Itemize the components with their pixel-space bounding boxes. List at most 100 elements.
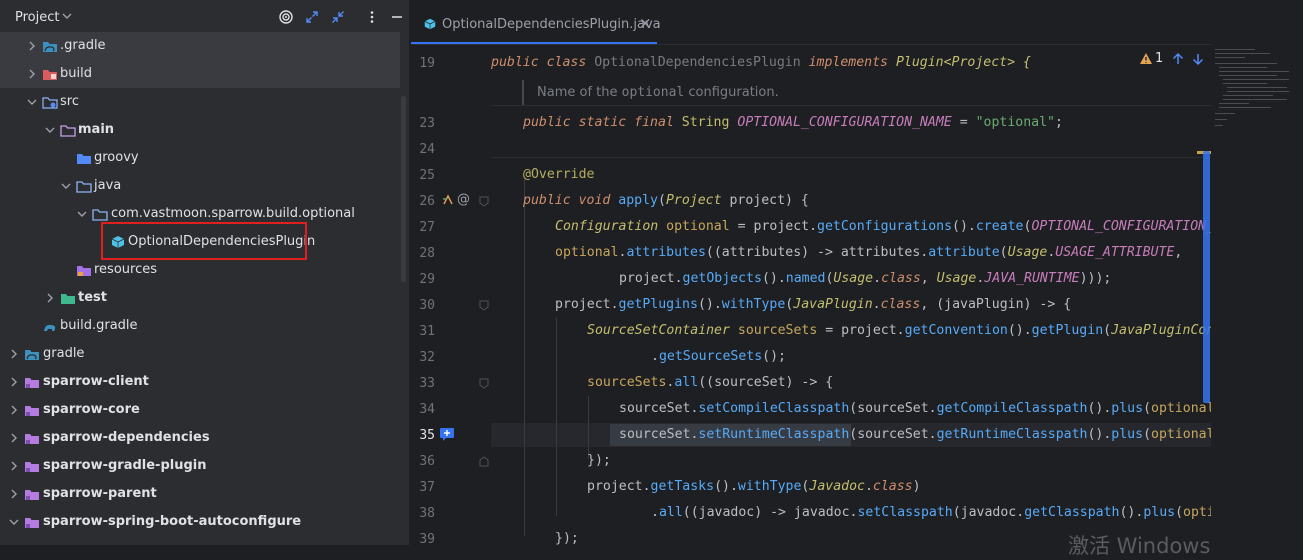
line-number-current: 35 — [419, 428, 435, 443]
chevron-right-icon[interactable] — [8, 432, 20, 444]
code-line-30: project.getPlugins().withType(JavaPlugin… — [555, 297, 1072, 312]
tree-item-test[interactable]: test — [0, 284, 400, 312]
tree-item-build[interactable]: build — [0, 60, 400, 88]
tree-item-label: java — [94, 178, 122, 193]
options-menu-icon[interactable] — [364, 9, 380, 25]
tree-item-sparrow-client[interactable]: sparrow-client — [0, 368, 400, 396]
folder-source-icon — [77, 154, 91, 164]
annotation-icon[interactable]: @ — [457, 192, 470, 207]
tree-item-label: groovy — [94, 150, 139, 165]
expand-all-icon[interactable] — [304, 9, 320, 25]
tree-item-label: src — [60, 94, 79, 109]
folder-gradle-icon — [43, 42, 57, 52]
chevron-down-icon[interactable] — [76, 208, 88, 220]
chevron-right-icon[interactable] — [26, 68, 38, 80]
tree-item-resources[interactable]: resources — [0, 256, 400, 284]
module-folder-icon — [25, 462, 39, 472]
module-folder-icon — [25, 518, 39, 528]
chevron-right-icon[interactable] — [8, 404, 20, 416]
code-line-39: }); — [555, 531, 579, 545]
tree-item-sparrow-spring-boot-autoconfigure[interactable]: sparrow-spring-boot-autoconfigure — [0, 508, 400, 536]
next-highlight-icon[interactable] — [1191, 52, 1205, 66]
line-number: 25 — [419, 168, 435, 183]
tree-item-sparrow-parent[interactable]: sparrow-parent — [0, 480, 400, 508]
previous-highlight-icon[interactable] — [1171, 52, 1185, 66]
chevron-down-icon[interactable] — [61, 10, 73, 22]
fold-icon[interactable] — [479, 378, 489, 389]
minimap-line — [1219, 67, 1267, 68]
chevron-right-icon[interactable] — [8, 488, 20, 500]
line-number: 37 — [419, 480, 435, 495]
line-number: 23 — [419, 116, 435, 131]
tree-item-label: build — [60, 66, 92, 81]
tree-scrollbar[interactable] — [401, 96, 406, 282]
tree-item-label: .gradle — [60, 38, 106, 53]
chevron-down-icon[interactable] — [26, 96, 38, 108]
tree-item-label: test — [78, 290, 107, 305]
module-folder-icon — [25, 490, 39, 500]
editor-gutter[interactable]: 19 23 24 25 26 27 28 29 30 31 32 33 34 3… — [411, 45, 491, 547]
tree-item-label: sparrow-parent — [43, 486, 157, 501]
line-number: 24 — [419, 142, 435, 157]
minimap-line — [1219, 71, 1289, 72]
tree-item-dot-gradle[interactable]: .gradle — [0, 32, 400, 60]
chevron-right-icon[interactable] — [26, 40, 38, 52]
minimap-line — [1215, 49, 1255, 50]
code-minimap[interactable] — [1211, 44, 1303, 545]
code-line-32: .getSourceSets(); — [651, 349, 786, 364]
chevron-down-icon[interactable] — [44, 124, 56, 136]
chevron-right-icon[interactable] — [8, 376, 20, 388]
code-editor[interactable]: public class OptionalDependenciesPlugin … — [491, 45, 1211, 545]
line-number: 29 — [419, 272, 435, 287]
chevron-right-icon[interactable] — [8, 348, 20, 360]
comment-icon[interactable] — [439, 427, 455, 442]
implements-method-icon[interactable] — [441, 193, 455, 207]
tree-item-main[interactable]: main — [0, 116, 400, 144]
fold-icon[interactable] — [479, 196, 489, 207]
fold-icon[interactable] — [479, 456, 489, 467]
tree-item-build-gradle[interactable]: build.gradle — [0, 312, 400, 340]
chevron-down-icon[interactable] — [60, 180, 72, 192]
code-line-29: project.getObjects().named(Usage.class, … — [619, 271, 1112, 286]
hide-panel-icon[interactable] — [389, 9, 405, 25]
java-class-icon — [424, 18, 436, 30]
collapse-all-icon[interactable] — [330, 9, 346, 25]
select-opened-file-icon[interactable] — [278, 9, 294, 25]
module-folder-icon — [25, 434, 39, 444]
code-line-28: optional.attributes((attributes) -> attr… — [555, 245, 1183, 260]
tree-item-sparrow-gradle-plugin[interactable]: sparrow-gradle-plugin — [0, 452, 400, 480]
tab-optional-dependencies-plugin[interactable]: OptionalDependenciesPlugin.java × — [411, 0, 661, 44]
package-icon — [92, 209, 108, 221]
editor-scrollbar[interactable] — [1203, 151, 1210, 403]
minimap-line — [1227, 91, 1289, 92]
chevron-right-icon[interactable] — [8, 460, 20, 472]
chevron-down-icon[interactable] — [8, 516, 20, 528]
tree-item-label: main — [78, 122, 115, 137]
folder-icon — [60, 125, 76, 137]
line-number: 26 — [419, 194, 435, 209]
line-number: 33 — [419, 376, 435, 391]
project-tool-window: Project .gradle build src main groovy ja… — [0, 0, 409, 545]
fold-icon[interactable] — [479, 300, 489, 311]
code-line-38: .all((javadoc) -> javadoc.setClasspath(j… — [651, 505, 1211, 520]
tree-item-label: gradle — [43, 346, 85, 361]
minimap-line — [1215, 63, 1277, 64]
tree-item-sparrow-core[interactable]: sparrow-core — [0, 396, 400, 424]
tree-item-src[interactable]: src — [0, 88, 400, 116]
tree-item-label: sparrow-gradle-plugin — [43, 458, 207, 473]
minimap-line — [1215, 57, 1245, 58]
line-number: 36 — [419, 454, 435, 469]
chevron-right-icon[interactable] — [44, 292, 56, 304]
tree-item-java[interactable]: java — [0, 172, 400, 200]
project-view-selector[interactable]: Project — [15, 10, 59, 25]
inspections-widget[interactable]: 1 — [1133, 46, 1211, 72]
tree-item-sparrow-dependencies[interactable]: sparrow-dependencies — [0, 424, 400, 452]
tree-item-gradle[interactable]: gradle — [0, 340, 400, 368]
tree-item-groovy[interactable]: groovy — [0, 144, 400, 172]
line-number: 30 — [419, 298, 435, 313]
line-number: 27 — [419, 220, 435, 235]
warning-icon — [1140, 53, 1152, 64]
folder-test-icon — [61, 294, 75, 304]
close-icon[interactable]: × — [639, 15, 652, 31]
tree-item-label: sparrow-core — [43, 402, 140, 417]
